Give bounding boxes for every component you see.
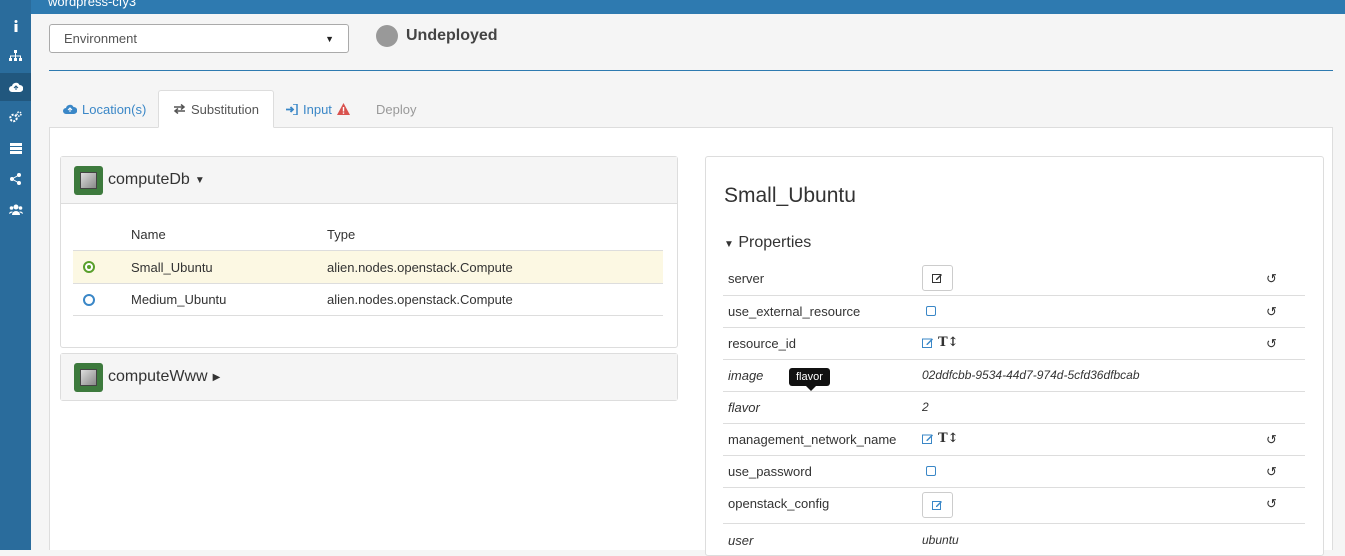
compute-node-icon: [74, 362, 103, 392]
tab-locations-label: Location(s): [82, 101, 147, 117]
tab-substitution-label: Substitution: [191, 101, 259, 117]
property-row-resource-id: resource_id T↕ ↺: [723, 327, 1305, 359]
node-detail-panel: Small_Ubuntu ▼ Properties server ↺ use_e…: [705, 156, 1324, 556]
chevron-down-icon: ▼: [325, 33, 334, 44]
checkbox[interactable]: [926, 306, 936, 316]
properties-toggle[interactable]: ▼ Properties: [724, 234, 811, 252]
property-name: openstack_config: [728, 496, 830, 511]
edit-icon[interactable]: [922, 433, 934, 444]
status-label: Undeployed: [406, 27, 498, 44]
properties-label: Properties: [738, 234, 812, 251]
row-name: Small_Ubuntu: [131, 259, 213, 275]
gears-icon[interactable]: [0, 103, 31, 131]
property-value: 2: [922, 400, 929, 414]
radio-selected[interactable]: [83, 261, 95, 273]
property-name: use_external_resource: [728, 304, 861, 319]
edit-button[interactable]: [922, 265, 953, 291]
property-name: use_password: [728, 464, 812, 479]
node-name: computeDb: [108, 171, 190, 188]
column-header-name: Name: [131, 227, 166, 242]
reset-icon[interactable]: ↺: [1266, 304, 1277, 320]
property-row-management-network-name: management_network_name T↕ ↺: [723, 423, 1305, 455]
property-name: image: [728, 368, 764, 383]
tab-content: computeDb ▼ Name Type Small_Ubuntu alien…: [49, 128, 1333, 556]
sign-in-icon: [286, 103, 298, 115]
node-panel-computewww: computeWww ▶: [60, 353, 678, 401]
text-size-icon[interactable]: T↕: [938, 431, 959, 446]
edit-controls: T↕: [922, 431, 959, 446]
tab-deploy-label: Deploy: [376, 101, 417, 117]
checkbox[interactable]: [926, 466, 936, 476]
environment-select[interactable]: Environment ▼: [49, 24, 349, 53]
exchange-icon: [173, 104, 186, 114]
property-name: server: [728, 271, 765, 286]
table-row[interactable]: Medium_Ubuntu alien.nodes.openstack.Comp…: [73, 283, 663, 316]
radio-unselected[interactable]: [83, 293, 95, 306]
edit-icon: [932, 501, 942, 510]
property-row-openstack-config: openstack_config ↺: [723, 487, 1305, 523]
edit-controls: T↕: [922, 335, 959, 350]
topology-icon[interactable]: [0, 42, 31, 70]
property-row-user: user ubuntu: [723, 523, 1305, 555]
app-name[interactable]: wordpress-cfy3: [48, 0, 136, 9]
node-panel-header[interactable]: computeWww ▶: [61, 354, 677, 400]
deployment-status: Undeployed: [376, 25, 498, 47]
tab-deploy: Deploy: [362, 90, 430, 128]
reset-icon[interactable]: ↺: [1266, 432, 1277, 448]
property-value: 02ddfcbb-9534-44d7-974d-5cfd36dfbcab: [922, 368, 1140, 382]
status-dot-icon: [376, 25, 398, 47]
environment-select-value: Environment: [64, 31, 137, 46]
edit-icon[interactable]: [922, 337, 934, 348]
edit-button[interactable]: [922, 492, 953, 518]
table-row[interactable]: Small_Ubuntu alien.nodes.openstack.Compu…: [73, 250, 663, 283]
reset-icon[interactable]: ↺: [1266, 464, 1277, 480]
caret-right-icon: ▶: [212, 371, 221, 383]
reset-icon[interactable]: ↺: [1266, 271, 1277, 287]
property-value: ubuntu: [922, 533, 959, 547]
divider: [49, 70, 1333, 71]
row-type: alien.nodes.openstack.Compute: [327, 259, 513, 275]
caret-down-icon: ▼: [194, 174, 205, 186]
row-type: alien.nodes.openstack.Compute: [327, 292, 513, 307]
property-row-flavor: flavor 2: [723, 391, 1305, 423]
node-panel-computedb: computeDb ▼ Name Type Small_Ubuntu alien…: [60, 156, 678, 348]
cloud-upload-icon: [63, 104, 77, 114]
property-name: flavor: [728, 400, 760, 415]
server-icon[interactable]: [0, 134, 31, 162]
row-name: Medium_Ubuntu: [131, 292, 227, 307]
cloud-upload-icon[interactable]: [0, 73, 31, 101]
node-panel-header[interactable]: computeDb ▼: [61, 157, 677, 204]
warning-icon: [336, 103, 350, 115]
share-icon[interactable]: [0, 165, 31, 193]
column-header-type: Type: [327, 227, 356, 242]
property-row-use-external-resource: use_external_resource ↺: [723, 295, 1305, 327]
property-row-use-password: use_password ↺: [723, 455, 1305, 487]
reset-icon[interactable]: ↺: [1266, 496, 1277, 512]
tab-locations[interactable]: Location(s): [49, 90, 160, 128]
detail-title: Small_Ubuntu: [724, 184, 856, 207]
property-name: resource_id: [728, 336, 796, 351]
node-name: computeWww: [108, 368, 208, 385]
deployment-tabs: Location(s) Substitution Input Deploy: [49, 90, 1333, 128]
text-size-icon[interactable]: T↕: [938, 335, 959, 350]
edit-icon: [932, 274, 942, 283]
tooltip: flavor: [789, 368, 830, 391]
caret-down-icon: ▼: [724, 239, 734, 250]
property-name: user: [728, 533, 754, 548]
tab-input-label: Input: [303, 101, 332, 117]
top-bar: wordpress-cfy3: [31, 0, 1345, 14]
property-row-server: server ↺: [723, 263, 1305, 295]
reset-icon[interactable]: ↺: [1266, 336, 1277, 352]
compute-node-icon: [74, 165, 103, 195]
users-icon[interactable]: [0, 195, 31, 223]
property-name: management_network_name: [728, 432, 897, 447]
sidebar: [0, 0, 31, 550]
tab-input[interactable]: Input: [272, 90, 364, 128]
info-icon[interactable]: [0, 12, 31, 40]
tab-substitution[interactable]: Substitution: [158, 90, 274, 128]
